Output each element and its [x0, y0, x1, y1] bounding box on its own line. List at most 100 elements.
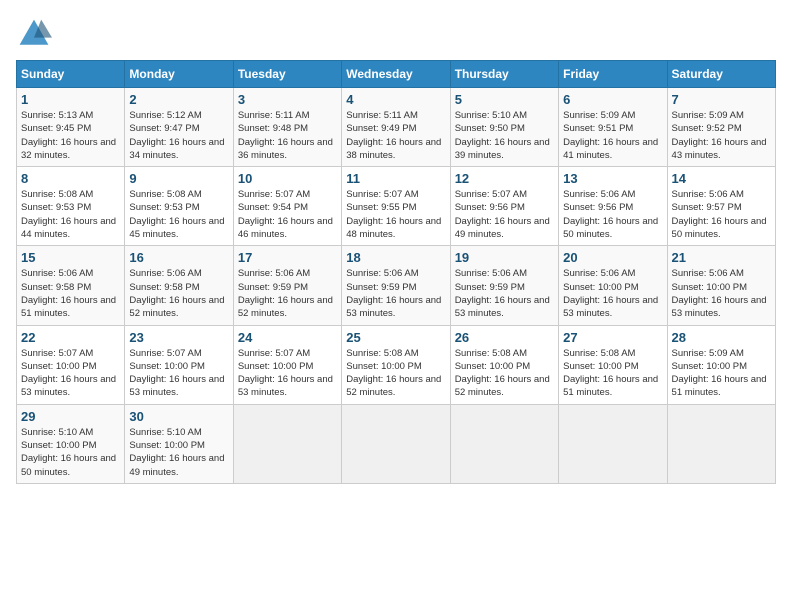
day-cell: 26 Sunrise: 5:08 AM Sunset: 10:00 PM Dayl…: [450, 325, 558, 404]
calendar-body: 1Sunrise: 5:13 AM Sunset: 9:45 PM Daylig…: [17, 88, 776, 484]
day-info: Sunrise: 5:07 AM Sunset: 9:55 PM Dayligh…: [346, 188, 445, 241]
day-info: Sunrise: 5:06 AM Sunset: 9:56 PM Dayligh…: [563, 188, 662, 241]
day-cell: 10 Sunrise: 5:07 AM Sunset: 9:54 PM Dayli…: [233, 167, 341, 246]
day-info: Sunrise: 5:13 AM Sunset: 9:45 PM Dayligh…: [21, 109, 120, 162]
day-info: Sunrise: 5:06 AM Sunset: 9:59 PM Dayligh…: [455, 267, 554, 320]
day-info: Sunrise: 5:08 AM Sunset: 10:00 PM Daylig…: [455, 347, 554, 400]
day-cell: 16 Sunrise: 5:06 AM Sunset: 9:58 PM Dayli…: [125, 246, 233, 325]
day-number: 7: [672, 92, 771, 107]
logo: [16, 16, 58, 52]
day-info: Sunrise: 5:07 AM Sunset: 10:00 PM Daylig…: [129, 347, 228, 400]
day-cell: 14Sunrise: 5:06 AM Sunset: 9:57 PM Dayli…: [667, 167, 775, 246]
day-number: 29: [21, 409, 120, 424]
week-row-3: 15 Sunrise: 5:06 AM Sunset: 9:58 PM Dayli…: [17, 246, 776, 325]
day-cell: 18 Sunrise: 5:06 AM Sunset: 9:59 PM Dayli…: [342, 246, 450, 325]
day-info: Sunrise: 5:11 AM Sunset: 9:49 PM Dayligh…: [346, 109, 445, 162]
day-number: 9: [129, 171, 228, 186]
day-number: 24: [238, 330, 337, 345]
day-cell: 25 Sunrise: 5:08 AM Sunset: 10:00 PM Dayl…: [342, 325, 450, 404]
day-cell: 13 Sunrise: 5:06 AM Sunset: 9:56 PM Dayli…: [559, 167, 667, 246]
day-number: 6: [563, 92, 662, 107]
day-number: 4: [346, 92, 445, 107]
day-info: Sunrise: 5:09 AM Sunset: 9:51 PM Dayligh…: [563, 109, 662, 162]
header-row: SundayMondayTuesdayWednesdayThursdayFrid…: [17, 61, 776, 88]
day-cell: [450, 404, 558, 483]
header-day-wednesday: Wednesday: [342, 61, 450, 88]
header-day-saturday: Saturday: [667, 61, 775, 88]
day-cell: 23 Sunrise: 5:07 AM Sunset: 10:00 PM Dayl…: [125, 325, 233, 404]
day-info: Sunrise: 5:08 AM Sunset: 10:00 PM Daylig…: [346, 347, 445, 400]
day-cell: 24 Sunrise: 5:07 AM Sunset: 10:00 PM Dayl…: [233, 325, 341, 404]
day-cell: 29 Sunrise: 5:10 AM Sunset: 10:00 PM Dayl…: [17, 404, 125, 483]
day-number: 16: [129, 250, 228, 265]
calendar-header: SundayMondayTuesdayWednesdayThursdayFrid…: [17, 61, 776, 88]
day-info: Sunrise: 5:09 AM Sunset: 10:00 PM Daylig…: [672, 347, 771, 400]
day-number: 27: [563, 330, 662, 345]
day-number: 8: [21, 171, 120, 186]
day-cell: 20Sunrise: 5:06 AM Sunset: 10:00 PM Dayl…: [559, 246, 667, 325]
day-cell: 1Sunrise: 5:13 AM Sunset: 9:45 PM Daylig…: [17, 88, 125, 167]
day-info: Sunrise: 5:07 AM Sunset: 10:00 PM Daylig…: [238, 347, 337, 400]
day-cell: 2 Sunrise: 5:12 AM Sunset: 9:47 PM Daylig…: [125, 88, 233, 167]
header-day-tuesday: Tuesday: [233, 61, 341, 88]
day-cell: 8 Sunrise: 5:08 AM Sunset: 9:53 PM Daylig…: [17, 167, 125, 246]
day-number: 11: [346, 171, 445, 186]
day-cell: 3Sunrise: 5:11 AM Sunset: 9:48 PM Daylig…: [233, 88, 341, 167]
day-number: 2: [129, 92, 228, 107]
day-cell: 28Sunrise: 5:09 AM Sunset: 10:00 PM Dayl…: [667, 325, 775, 404]
day-info: Sunrise: 5:10 AM Sunset: 10:00 PM Daylig…: [129, 426, 228, 479]
day-cell: 27 Sunrise: 5:08 AM Sunset: 10:00 PM Dayl…: [559, 325, 667, 404]
day-cell: 11 Sunrise: 5:07 AM Sunset: 9:55 PM Dayli…: [342, 167, 450, 246]
week-row-1: 1Sunrise: 5:13 AM Sunset: 9:45 PM Daylig…: [17, 88, 776, 167]
day-info: Sunrise: 5:06 AM Sunset: 9:58 PM Dayligh…: [129, 267, 228, 320]
day-number: 18: [346, 250, 445, 265]
week-row-4: 22 Sunrise: 5:07 AM Sunset: 10:00 PM Dayl…: [17, 325, 776, 404]
day-info: Sunrise: 5:06 AM Sunset: 9:58 PM Dayligh…: [21, 267, 120, 320]
day-cell: 6 Sunrise: 5:09 AM Sunset: 9:51 PM Daylig…: [559, 88, 667, 167]
day-info: Sunrise: 5:08 AM Sunset: 9:53 PM Dayligh…: [21, 188, 120, 241]
day-cell: 22Sunrise: 5:07 AM Sunset: 10:00 PM Dayl…: [17, 325, 125, 404]
day-number: 13: [563, 171, 662, 186]
day-number: 17: [238, 250, 337, 265]
day-cell: 9 Sunrise: 5:08 AM Sunset: 9:53 PM Daylig…: [125, 167, 233, 246]
day-number: 25: [346, 330, 445, 345]
day-cell: [342, 404, 450, 483]
day-number: 3: [238, 92, 337, 107]
week-row-2: 8 Sunrise: 5:08 AM Sunset: 9:53 PM Daylig…: [17, 167, 776, 246]
day-info: Sunrise: 5:06 AM Sunset: 10:00 PM Daylig…: [563, 267, 662, 320]
day-number: 30: [129, 409, 228, 424]
header-day-sunday: Sunday: [17, 61, 125, 88]
day-number: 21: [672, 250, 771, 265]
day-cell: 7 Sunrise: 5:09 AM Sunset: 9:52 PM Daylig…: [667, 88, 775, 167]
day-info: Sunrise: 5:09 AM Sunset: 9:52 PM Dayligh…: [672, 109, 771, 162]
day-info: Sunrise: 5:06 AM Sunset: 10:00 PM Daylig…: [672, 267, 771, 320]
header: [16, 16, 776, 52]
day-info: Sunrise: 5:10 AM Sunset: 9:50 PM Dayligh…: [455, 109, 554, 162]
day-number: 15: [21, 250, 120, 265]
header-day-friday: Friday: [559, 61, 667, 88]
day-number: 26: [455, 330, 554, 345]
day-cell: 15 Sunrise: 5:06 AM Sunset: 9:58 PM Dayli…: [17, 246, 125, 325]
day-cell: 30 Sunrise: 5:10 AM Sunset: 10:00 PM Dayl…: [125, 404, 233, 483]
day-info: Sunrise: 5:06 AM Sunset: 9:57 PM Dayligh…: [672, 188, 771, 241]
day-cell: [233, 404, 341, 483]
day-cell: 19Sunrise: 5:06 AM Sunset: 9:59 PM Dayli…: [450, 246, 558, 325]
day-info: Sunrise: 5:12 AM Sunset: 9:47 PM Dayligh…: [129, 109, 228, 162]
day-info: Sunrise: 5:06 AM Sunset: 9:59 PM Dayligh…: [346, 267, 445, 320]
day-number: 22: [21, 330, 120, 345]
day-number: 10: [238, 171, 337, 186]
header-day-thursday: Thursday: [450, 61, 558, 88]
day-info: Sunrise: 5:07 AM Sunset: 9:56 PM Dayligh…: [455, 188, 554, 241]
day-info: Sunrise: 5:06 AM Sunset: 9:59 PM Dayligh…: [238, 267, 337, 320]
day-number: 12: [455, 171, 554, 186]
day-cell: 5Sunrise: 5:10 AM Sunset: 9:50 PM Daylig…: [450, 88, 558, 167]
day-number: 23: [129, 330, 228, 345]
day-cell: 17 Sunrise: 5:06 AM Sunset: 9:59 PM Dayli…: [233, 246, 341, 325]
day-info: Sunrise: 5:07 AM Sunset: 9:54 PM Dayligh…: [238, 188, 337, 241]
day-info: Sunrise: 5:10 AM Sunset: 10:00 PM Daylig…: [21, 426, 120, 479]
day-cell: 4 Sunrise: 5:11 AM Sunset: 9:49 PM Daylig…: [342, 88, 450, 167]
logo-icon: [16, 16, 52, 52]
day-info: Sunrise: 5:08 AM Sunset: 10:00 PM Daylig…: [563, 347, 662, 400]
day-cell: 21 Sunrise: 5:06 AM Sunset: 10:00 PM Dayl…: [667, 246, 775, 325]
day-info: Sunrise: 5:08 AM Sunset: 9:53 PM Dayligh…: [129, 188, 228, 241]
